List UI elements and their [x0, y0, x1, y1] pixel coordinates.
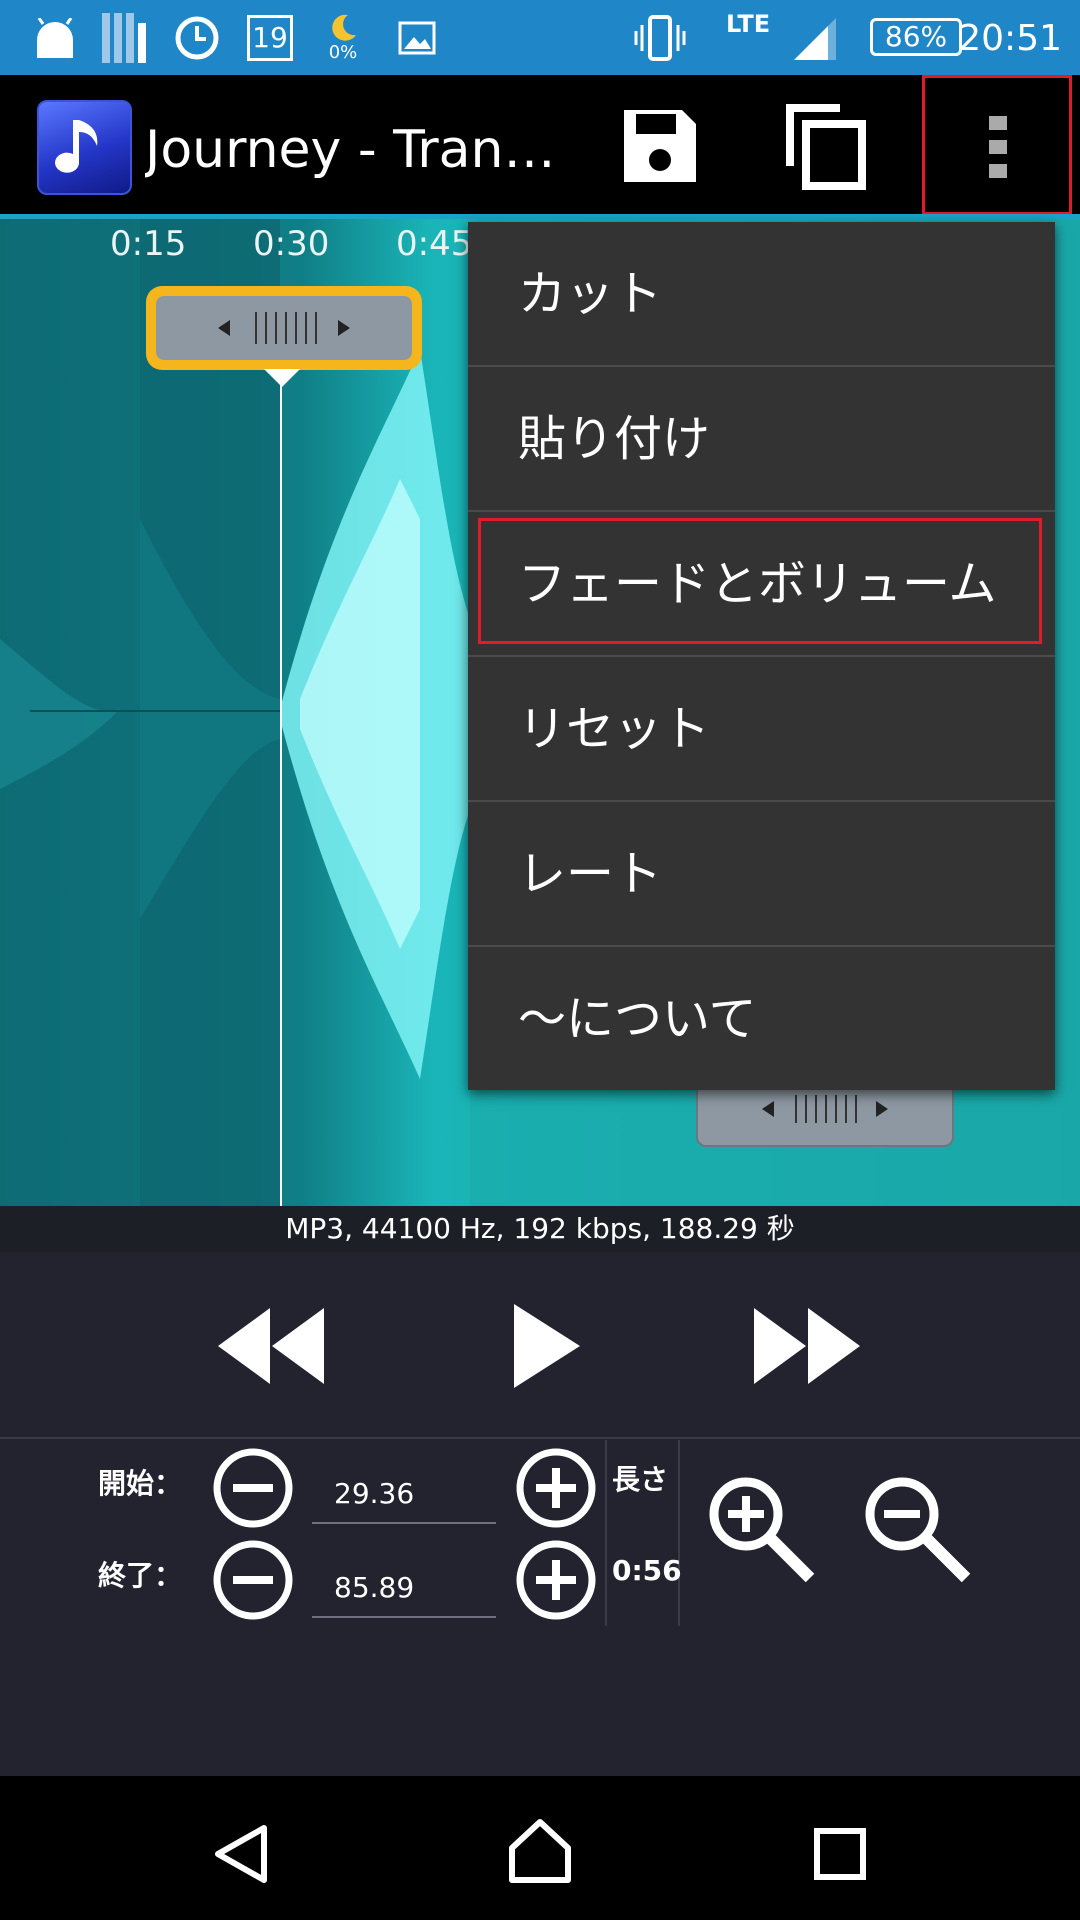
- end-label: 終了：: [98, 1559, 183, 1592]
- start-decrement-button[interactable]: [213, 1448, 293, 1528]
- file-info: MP3, 44100 Hz, 192 kbps, 188.29 秒: [0, 1206, 1080, 1252]
- start-label: 開始：: [98, 1467, 183, 1500]
- recents-button[interactable]: [814, 1828, 866, 1880]
- moon-icon: 0%: [318, 0, 368, 75]
- overflow-menu: カット 貼り付け フェードとボリューム リセット レート ～について: [468, 222, 1055, 1090]
- moon-percent: 0%: [328, 41, 358, 63]
- back-icon: [215, 1825, 267, 1883]
- time-tick: 0:15: [110, 224, 187, 264]
- end-decrement-button[interactable]: [213, 1540, 293, 1620]
- music-note-icon: [55, 120, 98, 173]
- image-icon: [392, 0, 442, 75]
- length-value: 0:56: [612, 1554, 682, 1587]
- rewind-button[interactable]: [218, 1308, 328, 1384]
- battery-icon: 86%: [870, 18, 962, 56]
- status-bar: 19 0% LTE 86% 20:51: [0, 0, 1080, 75]
- home-icon: [509, 1819, 571, 1883]
- copy-icon: [786, 104, 866, 190]
- plus-circle-icon: [516, 1448, 596, 1528]
- save-icon: [624, 110, 696, 182]
- grip-lines-icon: [218, 312, 350, 344]
- vibrate-icon: [632, 0, 688, 75]
- zoom-out-button[interactable]: [862, 1474, 972, 1584]
- play-icon: [514, 1304, 580, 1388]
- fast-forward-icon: [754, 1308, 860, 1384]
- equalizer-icon: [100, 0, 150, 75]
- menu-item-cut[interactable]: カット: [468, 222, 1055, 367]
- start-increment-button[interactable]: [516, 1448, 596, 1528]
- menu-item-about[interactable]: ～について: [468, 947, 1055, 1092]
- song-title: Journey - Tranz...: [145, 120, 565, 180]
- plus-circle-icon: [516, 1540, 596, 1620]
- menu-item-reset[interactable]: リセット: [468, 657, 1055, 802]
- end-time-field[interactable]: 85.89: [312, 1558, 496, 1618]
- clock-icon: [172, 0, 222, 75]
- zoom-in-button[interactable]: [706, 1474, 816, 1584]
- overflow-highlight-box: [922, 75, 1072, 215]
- time-tick: 0:30: [253, 224, 330, 264]
- play-button[interactable]: [512, 1302, 582, 1390]
- network-type: LTE: [726, 10, 771, 38]
- start-time-field[interactable]: 29.36: [312, 1464, 496, 1524]
- zoom-out-icon: [865, 1477, 971, 1583]
- menu-item-rate[interactable]: レート: [468, 802, 1055, 947]
- separator: [678, 1440, 680, 1626]
- status-time: 20:51: [958, 18, 1062, 59]
- separator: [605, 1440, 607, 1626]
- minus-circle-icon: [213, 1540, 293, 1620]
- save-button[interactable]: [620, 106, 700, 186]
- time-tick: 0:45: [396, 224, 473, 264]
- minus-circle-icon: [213, 1448, 293, 1528]
- marker-pointer-icon: [264, 369, 300, 387]
- menu-item-paste[interactable]: 貼り付け: [468, 367, 1055, 512]
- calendar-icon: 19: [244, 0, 296, 75]
- android-icon: [30, 0, 80, 75]
- home-button[interactable]: [508, 1818, 572, 1884]
- signal-icon: [790, 0, 840, 75]
- controls-divider: [0, 1437, 1080, 1439]
- length-label: 長さ: [612, 1463, 669, 1496]
- rewind-icon: [218, 1308, 324, 1384]
- copy-button[interactable]: [784, 102, 868, 190]
- back-button[interactable]: [212, 1824, 272, 1884]
- recents-icon: [814, 1828, 866, 1880]
- fast-forward-button[interactable]: [754, 1308, 864, 1384]
- menu-highlight-box: [478, 518, 1042, 644]
- end-increment-button[interactable]: [516, 1540, 596, 1620]
- start-marker-handle[interactable]: [146, 286, 422, 370]
- zoom-in-icon: [709, 1477, 815, 1583]
- app-icon[interactable]: [37, 100, 132, 195]
- handle-grip: [156, 296, 412, 360]
